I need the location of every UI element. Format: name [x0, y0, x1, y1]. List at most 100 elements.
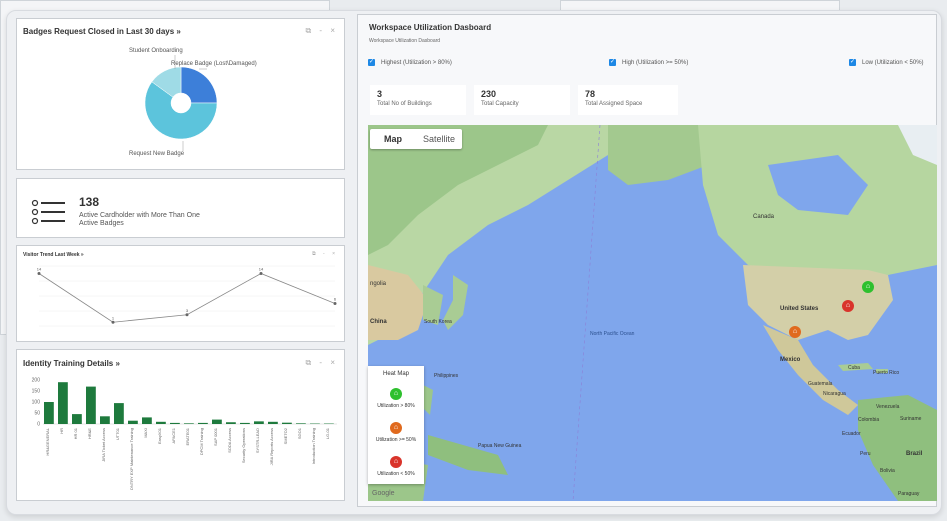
- bar[interactable]: [184, 423, 194, 424]
- badges-pie-chart: Student Onboarding Replace Badge (Lost\D…: [129, 48, 257, 157]
- map-label-bolivia: Bolivia: [880, 468, 895, 474]
- bar[interactable]: [170, 422, 180, 424]
- cardholder-label: Active Cardholder with More Than One Act…: [79, 212, 200, 227]
- line-point[interactable]: [333, 302, 337, 305]
- map-label-china: China: [370, 319, 387, 325]
- tab-map[interactable]: Map: [370, 129, 416, 149]
- data-label: 1: [112, 315, 115, 320]
- y-tick-label: 100: [32, 400, 41, 406]
- map-label-suriname: Suriname: [900, 416, 922, 422]
- bar[interactable]: [282, 422, 292, 424]
- data-label: 6: [334, 297, 337, 302]
- bar[interactable]: [86, 386, 96, 424]
- checkbox-checked-icon[interactable]: ✓: [368, 59, 375, 66]
- map-label-puerto-rico: Puerto Rico: [873, 370, 899, 376]
- map-label-brazil: Brazil: [906, 451, 923, 457]
- list-icon: [31, 199, 65, 225]
- map-label-cuba: Cuba: [848, 365, 860, 371]
- bar[interactable]: [268, 421, 278, 424]
- x-tick-label: Introduction Training: [311, 428, 316, 464]
- map-label-nicaragua: Nicaragua: [823, 391, 846, 397]
- cardholder-widget: 138 Active Cardholder with More Than One…: [16, 178, 345, 238]
- pie-label-replace: Replace Badge (Lost\Damaged): [171, 61, 257, 67]
- map-label-google: Google: [372, 490, 395, 497]
- x-tick-label: APACE1: [171, 427, 176, 443]
- checkbox-checked-icon[interactable]: ✓: [609, 59, 616, 66]
- bar[interactable]: [44, 402, 54, 424]
- bar[interactable]: [198, 422, 208, 424]
- bar[interactable]: [156, 421, 166, 424]
- map-label-mongolia: ngolia: [370, 281, 387, 287]
- x-tick-label: SAP 0001: [213, 427, 218, 446]
- bar[interactable]: [254, 421, 264, 424]
- kpi-capacity: 230 Total Capacity: [474, 85, 570, 115]
- line-point[interactable]: [259, 272, 263, 275]
- data-label: 14: [37, 267, 42, 272]
- checkbox-checked-icon[interactable]: ✓: [849, 59, 856, 66]
- bar[interactable]: [240, 422, 250, 424]
- x-tick-label: UTT01: [115, 427, 120, 440]
- cardholder-value: 138: [79, 195, 100, 209]
- legend-title: Heat Map: [382, 371, 409, 377]
- bar[interactable]: [100, 416, 110, 424]
- pie-slice[interactable]: [180, 66, 218, 104]
- badges-widget: Badges Request Closed in Last 30 days » …: [16, 18, 345, 170]
- workspace-title: Workspace Utilization Dasboard: [369, 23, 492, 32]
- legend-item-highest: ⌂ Utilization > 80%: [377, 388, 415, 409]
- filter-high[interactable]: ✓ High (Utilization >= 50%): [609, 59, 688, 66]
- map-pin-low[interactable]: ⌂: [789, 326, 801, 338]
- data-label: 14: [259, 267, 264, 272]
- y-tick-label: 50: [34, 411, 40, 417]
- filter-low[interactable]: ✓ Low (Utilization < 50%): [849, 59, 924, 66]
- x-tick-label: SGO1: [297, 427, 302, 439]
- filter-highest[interactable]: ✓ Highest (Utilization > 80%): [368, 59, 452, 66]
- bar[interactable]: [142, 417, 152, 424]
- map-label-mexico: Mexico: [780, 357, 801, 363]
- map-label-ecuador: Ecuador: [842, 431, 861, 437]
- kpi-buildings: 3 Total No of Buildings: [370, 85, 466, 115]
- x-tick-label: JIRA Reports Access: [269, 428, 274, 465]
- map-label-philippines: Philippines: [434, 373, 459, 379]
- kpi-assigned-space: 78 Total Assigned Space: [578, 85, 678, 115]
- legend-pin-high: ⌂: [390, 422, 402, 434]
- map-pin-highest[interactable]: ⌂: [862, 281, 874, 293]
- x-tick-label: SMETO2: [283, 427, 288, 444]
- legend-pin-highest: ⌂: [390, 388, 402, 400]
- bar[interactable]: [296, 423, 306, 424]
- x-tick-label: HR&GENERAL: [45, 427, 50, 455]
- map-label-usa: United States: [780, 306, 819, 312]
- x-tick-label: Security Operations: [241, 428, 246, 463]
- data-label: 3: [186, 308, 189, 313]
- bar[interactable]: [128, 420, 138, 424]
- map-pin-high[interactable]: ⌂: [842, 300, 854, 312]
- bar[interactable]: [58, 382, 68, 424]
- world-map[interactable]: Canada United States Mexico China South …: [368, 125, 937, 501]
- bar[interactable]: [72, 414, 82, 424]
- x-tick-label: HR: [59, 428, 64, 434]
- x-tick-label: HR 01: [73, 427, 78, 439]
- x-tick-label: DPCM Training: [199, 428, 204, 455]
- heat-map-legend: Heat Map ⌂ Utilization > 80% ⌂ Utilizati…: [368, 366, 424, 484]
- line-point[interactable]: [185, 313, 189, 317]
- y-tick-label: 0: [37, 422, 40, 428]
- y-tick-label: 200: [32, 378, 41, 384]
- tab-satellite[interactable]: Satellite: [416, 129, 462, 149]
- bar[interactable]: [212, 419, 222, 424]
- map-label-venezuela: Venezuela: [876, 404, 900, 410]
- map-label-papua: Papua New Guinea: [478, 443, 522, 449]
- bar[interactable]: [114, 403, 124, 424]
- visitor-trend-widget: Visitor Trend Last Week » ⧉ - × 14 1 3 14 6: [16, 245, 345, 342]
- x-tick-label: EasyX01: [157, 427, 162, 444]
- bar[interactable]: [226, 422, 236, 424]
- x-tick-label: LG-01: [325, 427, 330, 439]
- pie-label-student: Student Onboarding: [129, 48, 183, 54]
- x-tick-label: HR&E: [87, 428, 92, 439]
- x-tick-label: DNTRY EXP Maintenance Training: [129, 428, 134, 490]
- training-bar-chart: 200 150 100 50 0 HR&GENERAL HR HR 01 HR&E JIRA Ti…: [32, 378, 337, 490]
- map-label-south-korea: South Korea: [424, 319, 452, 325]
- line-point[interactable]: [111, 320, 115, 324]
- legend-pin-low: ⌂: [390, 456, 402, 468]
- line-point[interactable]: [37, 272, 41, 275]
- x-tick-label: MAXI: [143, 428, 148, 438]
- workspace-subtitle: Workspace Utilization Dasboard: [369, 38, 441, 44]
